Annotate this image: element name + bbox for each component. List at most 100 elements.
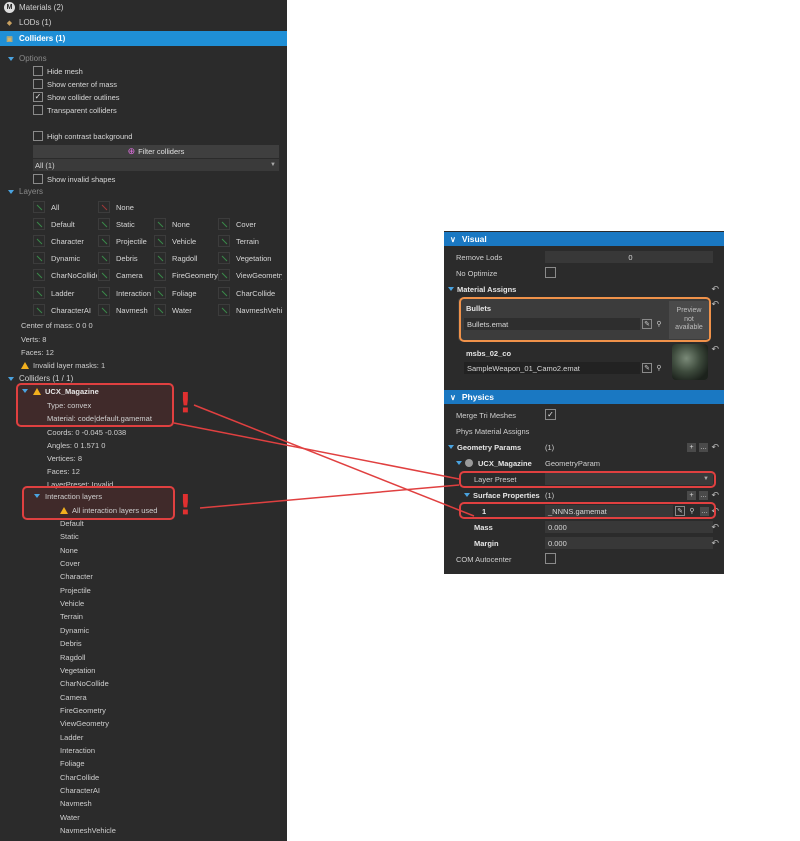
filter-colliders-button[interactable]: ⊕ Filter colliders [33,145,279,158]
layer-toggle[interactable]: Ragdoll [154,252,218,264]
show-invalid-shapes-checkbox[interactable]: Show invalid shapes [33,174,115,184]
layer-toggle[interactable]: Cover [218,218,282,230]
layer-toggle-icon[interactable] [98,252,110,264]
more-icon[interactable]: … [699,443,708,452]
layer-toggle-icon[interactable] [218,218,230,230]
layer-toggle-icon[interactable] [154,304,166,316]
reset-icon[interactable]: ↶ [711,442,719,453]
layer-toggle[interactable]: Water [154,304,218,316]
layer-toggle[interactable]: CharCollide [218,287,282,299]
surface-properties-row[interactable]: Surface Properties (1) + … ↶ [444,487,724,503]
collider-ucx-magazine[interactable]: UCX_Magazine [22,387,99,396]
material-file-field[interactable]: Bullets.emat [464,318,640,330]
layer-toggle-icon[interactable] [98,218,110,230]
add-icon[interactable]: + [687,491,696,500]
geometry-params-row[interactable]: Geometry Params (1) + … ↶ [444,439,724,455]
edit-icon[interactable]: ✎ [642,319,652,329]
edit-icon[interactable]: ✎ [642,363,652,373]
options-toggle[interactable]: Options [8,54,47,63]
no-optimize-checkbox[interactable] [545,267,556,278]
layer-toggle[interactable]: CharacterAI [33,304,97,316]
layer-toggle[interactable]: Default [33,218,97,230]
more-icon[interactable]: … [699,491,708,500]
layer-toggle-icon[interactable] [33,235,45,247]
high-contrast-checkbox[interactable]: High contrast background [33,131,132,141]
layer-toggle[interactable]: Projectile [98,235,162,247]
layer-toggle[interactable]: None [154,218,218,230]
layer-toggle[interactable]: Character [33,235,97,247]
layer-toggle[interactable]: Navmesh [98,304,162,316]
layer-toggle-icon[interactable] [98,201,110,213]
layer-toggle-icon[interactable] [33,304,45,316]
layer-toggle-icon[interactable] [33,218,45,230]
reset-icon[interactable]: ↶ [711,490,719,501]
layer-toggle-icon[interactable] [154,252,166,264]
layer-toggle-icon[interactable] [33,201,45,213]
reset-icon[interactable]: ↶ [711,522,719,533]
layer-toggle-icon[interactable] [154,218,166,230]
show-center-of-mass-checkbox[interactable]: Show center of mass [33,79,117,89]
layer-toggle-icon[interactable] [218,304,230,316]
com-autocenter-checkbox[interactable] [545,553,556,564]
reset-icon[interactable]: ↶ [711,538,719,549]
layer-toggle-icon[interactable] [154,287,166,299]
reset-icon[interactable]: ↶ [711,284,719,295]
layers-toggle[interactable]: Layers [8,187,43,196]
layer-toggle[interactable]: FireGeometry [154,269,218,281]
layer-toggle-icon[interactable] [33,287,45,299]
layer-toggle-icon[interactable] [218,287,230,299]
layer-toggle-icon[interactable] [154,235,166,247]
visual-section-header[interactable]: ∨ Visual [444,232,724,246]
layer-toggle[interactable]: Debris [98,252,162,264]
layer-toggle[interactable]: Interaction [98,287,162,299]
layer-toggle-all[interactable]: All [33,201,97,213]
search-icon[interactable]: ⚲ [654,363,664,373]
transparent-colliders-checkbox[interactable]: Transparent colliders [33,105,117,115]
show-collider-outlines-checkbox[interactable]: ✓ Show collider outlines [33,92,120,102]
hide-mesh-checkbox[interactable]: Hide mesh [33,66,83,76]
material-file-field[interactable]: SampleWeapon_01_Camo2.emat [464,362,640,374]
add-icon[interactable]: + [687,443,696,452]
layer-toggle-icon[interactable] [218,269,230,281]
layer-toggle[interactable]: ViewGeometry [218,269,282,281]
layer-toggle[interactable]: Vehicle [154,235,218,247]
layer-toggle[interactable]: NavmeshVehicle [218,304,282,316]
layer-toggle-none[interactable]: None [98,201,162,213]
reset-icon[interactable]: ↶ [711,344,719,355]
layer-toggle-icon[interactable] [218,252,230,264]
colliders-section-header[interactable]: ▣ Colliders (1) [0,31,287,46]
layer-toggle[interactable]: Foliage [154,287,218,299]
layer-toggle[interactable]: Ladder [33,287,97,299]
collider-filter-select[interactable]: All (1) ▼ [33,159,279,171]
checkbox-box[interactable] [33,174,43,184]
checkbox-box[interactable] [33,79,43,89]
layer-toggle-icon[interactable] [98,269,110,281]
layer-toggle[interactable]: Vegetation [218,252,282,264]
layer-toggle-icon[interactable] [218,235,230,247]
layer-toggle[interactable]: Static [98,218,162,230]
layer-toggle-icon[interactable] [98,235,110,247]
layer-toggle[interactable]: Terrain [218,235,282,247]
interaction-layers-toggle[interactable]: Interaction layers [34,492,102,501]
layer-toggle[interactable]: Dynamic [33,252,97,264]
mass-field[interactable]: 0.000 [545,521,713,533]
layer-toggle-icon[interactable] [33,269,45,281]
reset-icon[interactable]: ↶ [711,299,719,310]
layer-toggle-icon[interactable] [154,269,166,281]
checkmark-icon[interactable]: ✓ [33,92,43,102]
checkbox-box[interactable] [33,66,43,76]
layer-toggle[interactable]: Camera [98,269,162,281]
checkmark-icon[interactable]: ✓ [545,409,556,420]
colliders-list-toggle[interactable]: Colliders (1 / 1) [8,374,73,383]
layer-toggle-icon[interactable] [98,287,110,299]
search-icon[interactable]: ⚲ [654,319,664,329]
ucx-magazine-row[interactable]: UCX_Magazine GeometryParam [444,455,724,471]
layer-toggle-icon[interactable] [98,304,110,316]
checkbox-box[interactable] [33,105,43,115]
lods-section-header[interactable]: ◆ LODs (1) [0,15,287,30]
layer-toggle[interactable]: CharNoCollide [33,269,97,281]
checkbox-box[interactable] [33,131,43,141]
materials-section-header[interactable]: M Materials (2) [0,0,287,15]
remove-lods-field[interactable]: 0 [545,251,713,263]
layer-toggle-icon[interactable] [33,252,45,264]
